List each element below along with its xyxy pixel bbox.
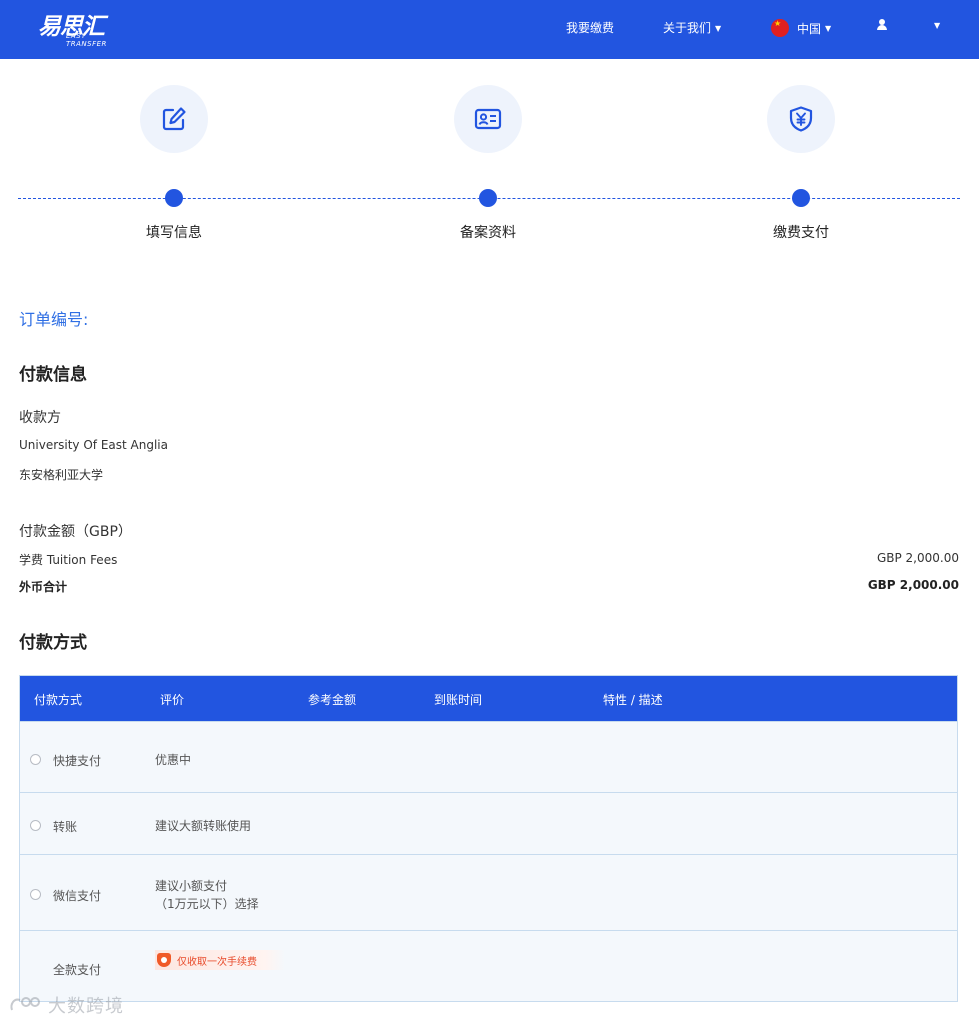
discount-shield-icon <box>157 953 171 967</box>
table-row[interactable]: 转账 建议大额转账使用 <box>20 792 957 854</box>
method-name: 全款支付 <box>53 963 102 977</box>
step-payment-circle <box>767 85 835 153</box>
step-label-documents: 备案资料 <box>460 225 516 241</box>
user-menu-chevron-down-icon[interactable]: ▼ <box>934 21 940 30</box>
nav-about-menu[interactable]: 关于我们 ▼ <box>663 19 721 36</box>
method-name: 微信支付 <box>53 889 102 903</box>
step-dot <box>165 189 183 207</box>
nav-pay-link[interactable]: 我要缴费 <box>566 19 614 36</box>
chevron-down-icon: ▼ <box>825 23 832 33</box>
total-label: 外币合计 <box>19 580 68 594</box>
table-row[interactable]: 快捷支付 优惠中 <box>20 721 957 792</box>
radio-quick-pay[interactable] <box>30 754 41 765</box>
fee-name: 学费 Tuition Fees <box>19 553 118 567</box>
table-header: 付款方式 评价 参考金额 到账时间 特性 / 描述 <box>20 676 957 721</box>
step-label-fill-info: 填写信息 <box>146 225 202 241</box>
promo-badge: 仅收取一次手续费 <box>155 950 285 970</box>
country-selector[interactable]: 中国▼ <box>771 19 831 37</box>
nav-about-label: 关于我们 <box>663 21 712 35</box>
fee-row-tuition: 学费 Tuition Fees GBP 2,000.00 <box>19 551 959 568</box>
step-dot <box>479 189 497 207</box>
user-icon[interactable] <box>876 18 888 32</box>
method-name: 快捷支付 <box>53 754 102 768</box>
watermark: 大数跨境 <box>8 992 124 1018</box>
method-name: 转账 <box>53 820 78 834</box>
payee-name-cn: 东安格利亚大学 <box>19 468 104 482</box>
radio-wechat-pay[interactable] <box>30 889 41 900</box>
watermark-text: 大数跨境 <box>48 996 124 1017</box>
payment-method-table: 付款方式 评价 参考金额 到账时间 特性 / 描述 快捷支付 优惠中 转账 建议… <box>19 675 958 1002</box>
step-idcard-circle <box>454 85 522 153</box>
yuan-shield-icon <box>789 106 813 132</box>
china-flag-icon <box>771 19 789 37</box>
fee-row-total: 外币合计 GBP 2,000.00 <box>19 578 959 595</box>
step-dot <box>792 189 810 207</box>
watermark-logo-icon <box>10 997 40 1011</box>
column-header-amount: 参考金额 <box>308 693 357 707</box>
payee-label: 收款方 <box>19 410 61 426</box>
logo-sub-text: EASY <box>66 32 86 40</box>
column-header-arrival: 到账时间 <box>434 693 483 707</box>
method-rating: 优惠中 <box>155 753 192 767</box>
edit-icon <box>162 107 186 131</box>
logo-sub-text: TRANSFER <box>66 40 107 48</box>
payee-name-en: University Of East Anglia <box>19 438 168 452</box>
table-row[interactable]: 微信支付 建议小额支付 （1万元以下）选择 <box>20 854 957 930</box>
order-number-label: 订单编号: <box>19 310 89 329</box>
step-label-payment: 缴费支付 <box>773 225 829 241</box>
payment-method-title: 付款方式 <box>19 633 87 653</box>
method-rating-line2: （1万元以下）选择 <box>155 897 259 911</box>
fee-amount: GBP 2,000.00 <box>876 551 959 565</box>
logo[interactable]: 易思汇 EASY TRANSFER <box>38 9 116 49</box>
total-amount: GBP 2,000.00 <box>867 578 959 592</box>
promo-text: 仅收取一次手续费 <box>177 956 257 968</box>
method-rating-line1: 建议小额支付 <box>155 879 228 893</box>
step-edit-circle <box>140 85 208 153</box>
amount-label: 付款金额（GBP） <box>19 524 132 540</box>
user-icon-body <box>877 25 887 30</box>
payment-info-title: 付款信息 <box>19 365 87 385</box>
radio-transfer[interactable] <box>30 820 41 831</box>
top-navigation-bar: 易思汇 EASY TRANSFER 我要缴费 关于我们▼ 中国▼ ▼ <box>0 0 979 59</box>
country-label: 中国 <box>797 21 822 36</box>
method-rating: 建议大额转账使用 <box>155 819 252 833</box>
column-header-rating: 评价 <box>160 693 185 707</box>
column-header-description: 特性 / 描述 <box>603 693 663 707</box>
table-row[interactable]: 全款支付 仅收取一次手续费 <box>20 930 957 1001</box>
column-header-method: 付款方式 <box>34 693 83 707</box>
chevron-down-icon: ▼ <box>715 24 722 33</box>
id-card-icon <box>474 108 502 130</box>
